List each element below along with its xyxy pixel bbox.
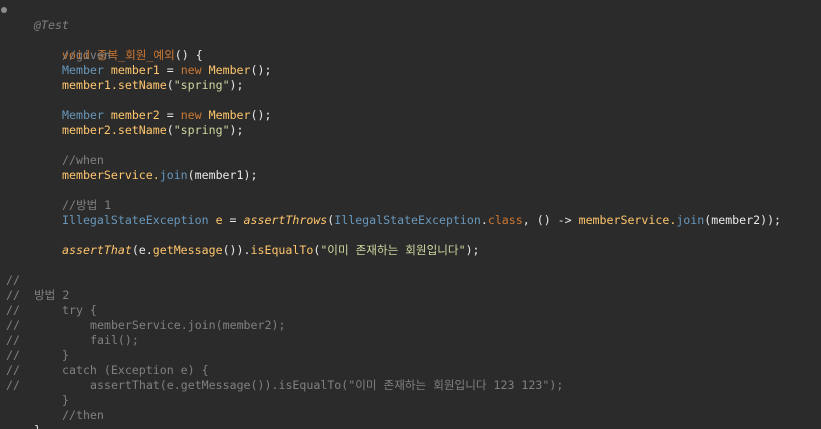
- code-line: // catch (Exception e) {: [0, 333, 209, 377]
- punct-token: ();: [250, 63, 272, 77]
- object-token: member2.: [62, 123, 118, 137]
- code-line: // try {: [0, 273, 97, 317]
- method-token: getMessage: [152, 243, 223, 257]
- comment-token: 방법 2: [34, 288, 70, 302]
- statement: IllegalStateException e = assertThrows(I…: [62, 213, 781, 228]
- operator-token: =: [159, 63, 181, 77]
- method-token: join: [159, 168, 188, 182]
- punct-token: (member1);: [187, 168, 258, 182]
- string-token: "이미 존재하는 회원입니다": [320, 243, 466, 257]
- code-line: }: [0, 408, 41, 429]
- comment-token: }: [62, 393, 69, 407]
- object-token: member1.: [62, 78, 118, 92]
- code-line: // }: [0, 318, 69, 362]
- comment-prefix: //: [6, 378, 20, 392]
- keyword-token: new: [180, 108, 202, 122]
- comment-token: assertThat(e.getMessage()).isEqualTo("이미…: [90, 378, 564, 392]
- class-token: IllegalStateException: [334, 213, 481, 227]
- string-token: "spring": [173, 123, 230, 137]
- code-line: assertThat(e.getMessage()).isEqualTo("이미…: [0, 228, 480, 257]
- code-line: //when: [0, 138, 104, 167]
- punct-token: (e.: [131, 243, 153, 257]
- punct-token: (member2));: [704, 213, 782, 227]
- method-token: setName: [117, 78, 167, 92]
- variable-token: member2: [110, 108, 160, 122]
- annotation-token: @Test: [34, 18, 69, 32]
- type-token: IllegalStateException: [62, 213, 209, 227]
- code-line: Member member1 = new Member();: [0, 48, 271, 77]
- object-token: memberService.: [578, 213, 677, 227]
- punct-token: ();: [250, 108, 272, 122]
- punct-token: );: [465, 243, 480, 257]
- punct-token: ()).: [222, 243, 251, 257]
- statement: memberService.join(member1);: [62, 168, 257, 183]
- comment-token: //given: [62, 48, 111, 62]
- class-token: Member: [201, 108, 251, 122]
- code-line: // fail();: [0, 303, 139, 347]
- punct-token: , () ->: [522, 213, 579, 227]
- string-token: "spring": [173, 78, 230, 92]
- variable-token: e: [208, 213, 223, 227]
- function-token: assertThat: [62, 243, 132, 257]
- code-line: memberService.join(member1);: [0, 153, 257, 182]
- comment-token: }: [62, 348, 69, 362]
- operator-token: =: [222, 213, 244, 227]
- type-token: Member: [62, 63, 104, 77]
- code-line: Member member2 = new Member();: [0, 93, 271, 122]
- comment-token: try {: [62, 303, 97, 317]
- keyword-token: new: [180, 63, 202, 77]
- punct-token: .: [480, 213, 488, 227]
- code-line: IllegalStateException e = assertThrows(I…: [0, 198, 781, 227]
- statement: Member member1 = new Member();: [62, 63, 271, 78]
- method-token: setName: [117, 123, 167, 137]
- punct-token: );: [229, 78, 244, 92]
- code-line: // memberService.join(member2);: [0, 288, 285, 332]
- comment-token: catch (Exception e) {: [62, 363, 209, 377]
- variable-token: member1: [110, 63, 160, 77]
- comment-token: //then: [62, 408, 104, 422]
- code-line: member2.setName("spring");: [0, 108, 244, 137]
- type-token: Member: [62, 108, 104, 122]
- object-token: memberService.: [62, 168, 160, 182]
- code-line: // assertThat(e.getMessage()).isEqualTo(…: [0, 348, 563, 392]
- statement: member2.setName("spring");: [62, 123, 244, 138]
- comment-token: memberService.join(member2);: [90, 318, 286, 332]
- comment-token: //when: [62, 153, 104, 167]
- code-line: // 방법 2: [0, 258, 69, 302]
- statement: Member member2 = new Member();: [62, 108, 271, 123]
- code-line: @Test: [0, 3, 69, 32]
- statement: assertThat(e.getMessage()).isEqualTo("이미…: [62, 243, 480, 258]
- operator-token: =: [159, 108, 181, 122]
- code-line: //then: [0, 393, 104, 422]
- code-line: void 중복_회원_예외() {: [0, 18, 203, 62]
- code-line: // }: [0, 363, 69, 407]
- punct-token: (: [166, 123, 174, 137]
- punct-token: );: [229, 123, 244, 137]
- code-line: member1.setName("spring");: [0, 63, 244, 92]
- class-token: Member: [201, 63, 251, 77]
- brace-token: () {: [174, 48, 203, 62]
- keyword-token: class: [487, 213, 523, 227]
- method-token: isEqualTo: [250, 243, 314, 257]
- statement: member1.setName("spring");: [62, 78, 244, 93]
- method-token: join: [676, 213, 705, 227]
- comment-token: //방법 1: [62, 198, 112, 212]
- brace-token: }: [34, 423, 41, 429]
- code-line: //방법 1: [0, 183, 111, 212]
- code-editor[interactable]: @Test void 중복_회원_예외() { //given Member m…: [0, 0, 821, 429]
- function-token: assertThrows: [243, 213, 328, 227]
- code-line: //given: [0, 33, 111, 62]
- punct-token: (: [166, 78, 174, 92]
- comment-token: fail();: [90, 333, 139, 347]
